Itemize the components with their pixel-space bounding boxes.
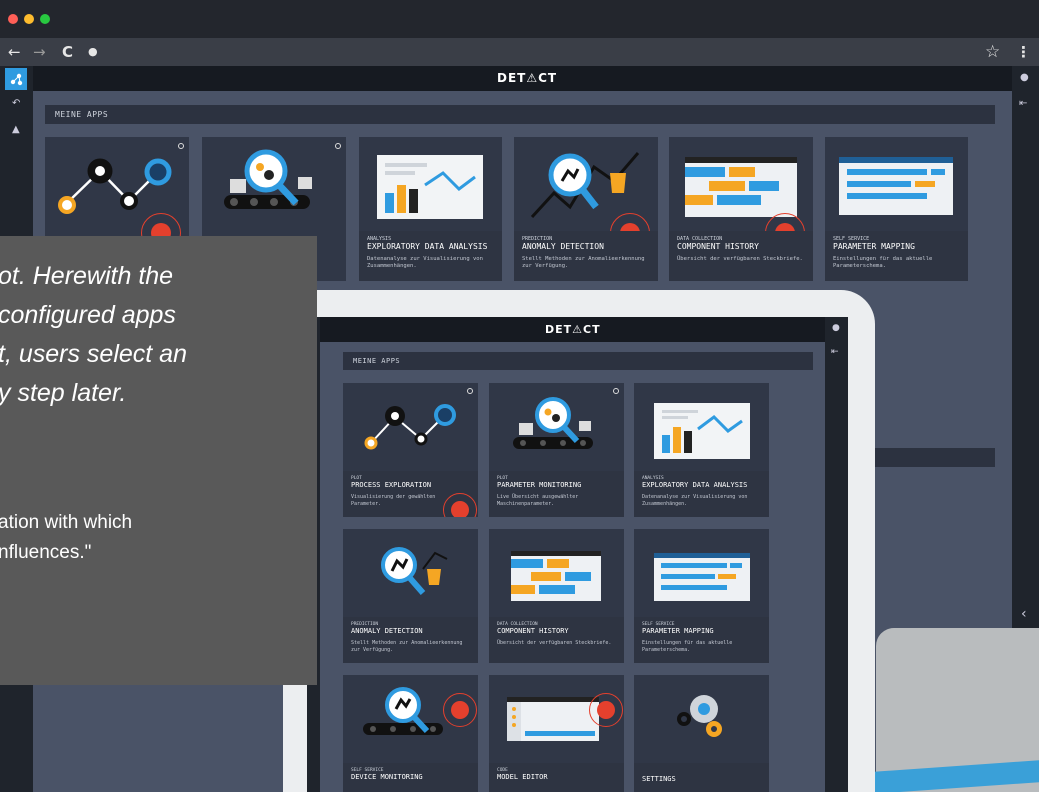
tile-info: DATA COLLECTION COMPONENT HISTORY Übersi… xyxy=(669,231,813,281)
tile-process-exploration[interactable]: PLOT PROCESS EXPLORATION Visualisierung … xyxy=(343,383,478,517)
record-button[interactable] xyxy=(451,701,469,719)
tile-info: SELF SERVICE PARAMETER MAPPING Einstellu… xyxy=(825,231,968,281)
tile-info: DATA COLLECTION COMPONENT HISTORY Übersi… xyxy=(489,617,624,663)
conveyor-magnifier-icon xyxy=(513,397,593,449)
report-chart-icon xyxy=(654,403,750,459)
forward-button[interactable]: → xyxy=(33,42,46,62)
tile-info: ANALYSIS EXPLORATORY DATA ANALYSIS Daten… xyxy=(634,471,769,517)
user-icon[interactable]: ● xyxy=(832,323,840,333)
user-icon[interactable]: ● xyxy=(1020,72,1029,83)
bookmark-star-icon[interactable]: ☆ xyxy=(985,42,1000,62)
tile-model-editor[interactable]: CODE MODEL EDITOR xyxy=(489,675,624,792)
tile-component-history[interactable]: DATA COLLECTION COMPONENT HISTORY Übersi… xyxy=(669,137,813,281)
back-button[interactable]: ← xyxy=(8,42,21,62)
app-logo: DET⚠CT xyxy=(545,323,601,336)
tile-exploratory-data-analysis[interactable]: ANALYSIS EXPLORATORY DATA ANALYSIS Daten… xyxy=(634,383,769,517)
tile-info: CODE MODEL EDITOR xyxy=(489,763,624,792)
overlay-text-line: nfluences." xyxy=(0,542,92,563)
form-mapping-icon xyxy=(654,553,750,601)
tile-title: DEVICE MONITORING xyxy=(351,773,423,781)
tile-settings[interactable]: SETTINGS xyxy=(634,675,769,792)
record-button[interactable] xyxy=(597,701,615,719)
form-mapping-icon xyxy=(839,157,953,215)
tile-exploratory-data-analysis[interactable]: ANALYSIS EXPLORATORY DATA ANALYSIS Daten… xyxy=(359,137,502,281)
process-chart-icon xyxy=(364,404,456,450)
minimize-window-button[interactable] xyxy=(24,14,34,24)
tile-info: PREDICTION ANOMALY DETECTION Stellt Meth… xyxy=(514,231,658,281)
tile-description: Datenanalyse zur Visualisierung von Zusa… xyxy=(367,256,483,270)
tile-device-monitoring[interactable]: SELF SERVICE DEVICE MONITORING xyxy=(343,675,478,792)
tile-component-history[interactable]: DATA COLLECTION COMPONENT HISTORY Übersi… xyxy=(489,529,624,663)
tile-description: Übersicht der verfügbaren Steckbriefe. xyxy=(677,256,803,262)
tablet-screen: ● ⇤ DET⚠CT MEINE APPS PLOT PROCESS EXPLO… xyxy=(307,317,848,792)
browser-toolbar: ← → C ● ☆ ⋮ xyxy=(0,38,1039,66)
tile-description: Visualisierung der gewählten Parameter. xyxy=(351,494,436,507)
anomaly-magnifier-icon xyxy=(381,547,448,595)
app-header: DET⚠CT xyxy=(33,66,1012,91)
bell-icon[interactable]: ▲ xyxy=(12,124,20,135)
table-grid-icon xyxy=(511,551,601,601)
overlay-text-line: y step later. xyxy=(0,379,127,407)
tablet-app-header: DET⚠CT xyxy=(320,317,825,342)
tile-title: PARAMETER MAPPING xyxy=(833,242,915,251)
maximize-window-button[interactable] xyxy=(40,14,50,24)
tile-anomaly-detection[interactable]: PREDICTION ANOMALY DETECTION Stellt Meth… xyxy=(514,137,658,281)
tile-description: Einstellungen für das aktuelle Parameter… xyxy=(833,256,933,270)
report-chart-icon xyxy=(377,155,483,219)
tile-description: Datenanalyse zur Visualisierung von Zusa… xyxy=(642,494,748,507)
tile-title: ANOMALY DETECTION xyxy=(351,627,423,635)
tile-options-icon[interactable] xyxy=(467,388,473,394)
tile-info: PREDICTION ANOMALY DETECTION Stellt Meth… xyxy=(343,617,478,663)
tile-description: Übersicht der verfügbaren Steckbriefe. xyxy=(497,640,612,646)
reload-button[interactable]: C xyxy=(62,42,73,62)
section-title: MEINE APPS xyxy=(45,105,995,124)
tablet-right-sidebar: ● ⇤ xyxy=(825,317,848,792)
tile-description: Stellt Methoden zur Anomalieerkennung zu… xyxy=(351,640,463,653)
tile-info: SELF SERVICE DEVICE MONITORING xyxy=(343,763,478,792)
logout-icon[interactable]: ⇤ xyxy=(831,347,839,357)
back-arrow-icon[interactable]: ↶ xyxy=(12,98,20,109)
tile-info: ANALYSIS EXPLORATORY DATA ANALYSIS Daten… xyxy=(359,231,502,281)
collapse-chevron-icon[interactable]: ‹ xyxy=(1021,606,1027,622)
tile-parameter-mapping[interactable]: SELF SERVICE PARAMETER MAPPING Einstellu… xyxy=(634,529,769,663)
tile-title: ANOMALY DETECTION xyxy=(522,242,604,251)
record-button[interactable] xyxy=(451,501,469,517)
overlay-text-line: ot. Herewith the xyxy=(0,262,174,290)
tile-parameter-monitoring[interactable]: PLOT PARAMETER MONITORING Live Übersicht… xyxy=(489,383,624,517)
tile-anomaly-detection[interactable]: PREDICTION ANOMALY DETECTION Stellt Meth… xyxy=(343,529,478,663)
tile-info: SELF SERVICE PARAMETER MAPPING Einstellu… xyxy=(634,617,769,663)
tile-description: Stellt Methoden zur Anomalieerkennung zu… xyxy=(522,256,645,270)
lock-icon: ● xyxy=(88,45,98,58)
tile-options-icon[interactable] xyxy=(613,388,619,394)
logout-icon[interactable]: ⇤ xyxy=(1019,98,1027,109)
gears-icon xyxy=(677,695,722,737)
tile-parameter-mapping[interactable]: SELF SERVICE PARAMETER MAPPING Einstellu… xyxy=(825,137,968,281)
title-bar xyxy=(0,0,1039,38)
tile-title: EXPLORATORY DATA ANALYSIS xyxy=(642,481,748,489)
overlay-text-line: t, users select an xyxy=(0,340,187,368)
network-icon xyxy=(10,73,23,86)
overlay-text-line: configured apps xyxy=(0,301,176,329)
tile-info: PLOT PARAMETER MONITORING Live Übersicht… xyxy=(489,471,624,517)
tile-options-icon[interactable] xyxy=(178,143,184,149)
browser-menu-button[interactable]: ⋮ xyxy=(1016,42,1031,62)
tile-info: SETTINGS xyxy=(634,763,769,792)
overlay-text-line: ation with which xyxy=(0,512,133,533)
text-overlay-panel: ot. Herewith the configured apps t, user… xyxy=(0,236,317,685)
tile-title: PARAMETER MAPPING xyxy=(642,627,714,635)
tile-title: PROCESS EXPLORATION xyxy=(351,481,432,489)
tile-options-icon[interactable] xyxy=(335,143,341,149)
tile-title: MODEL EDITOR xyxy=(497,773,548,781)
tile-title: SETTINGS xyxy=(642,775,676,783)
close-window-button[interactable] xyxy=(8,14,18,24)
tile-title: COMPONENT HISTORY xyxy=(677,242,759,251)
tile-description: Einstellungen für das aktuelle Parameter… xyxy=(642,640,733,653)
section-title: MEINE APPS xyxy=(343,352,813,370)
tile-title: PARAMETER MONITORING xyxy=(497,481,582,489)
tile-title: COMPONENT HISTORY xyxy=(497,627,569,635)
tile-title: EXPLORATORY DATA ANALYSIS xyxy=(367,242,488,251)
app-logo: DET⚠CT xyxy=(497,71,558,85)
sidebar-logo-button[interactable] xyxy=(5,68,27,90)
tile-description: Live Übersicht ausgewählter Maschinenpar… xyxy=(497,494,579,507)
